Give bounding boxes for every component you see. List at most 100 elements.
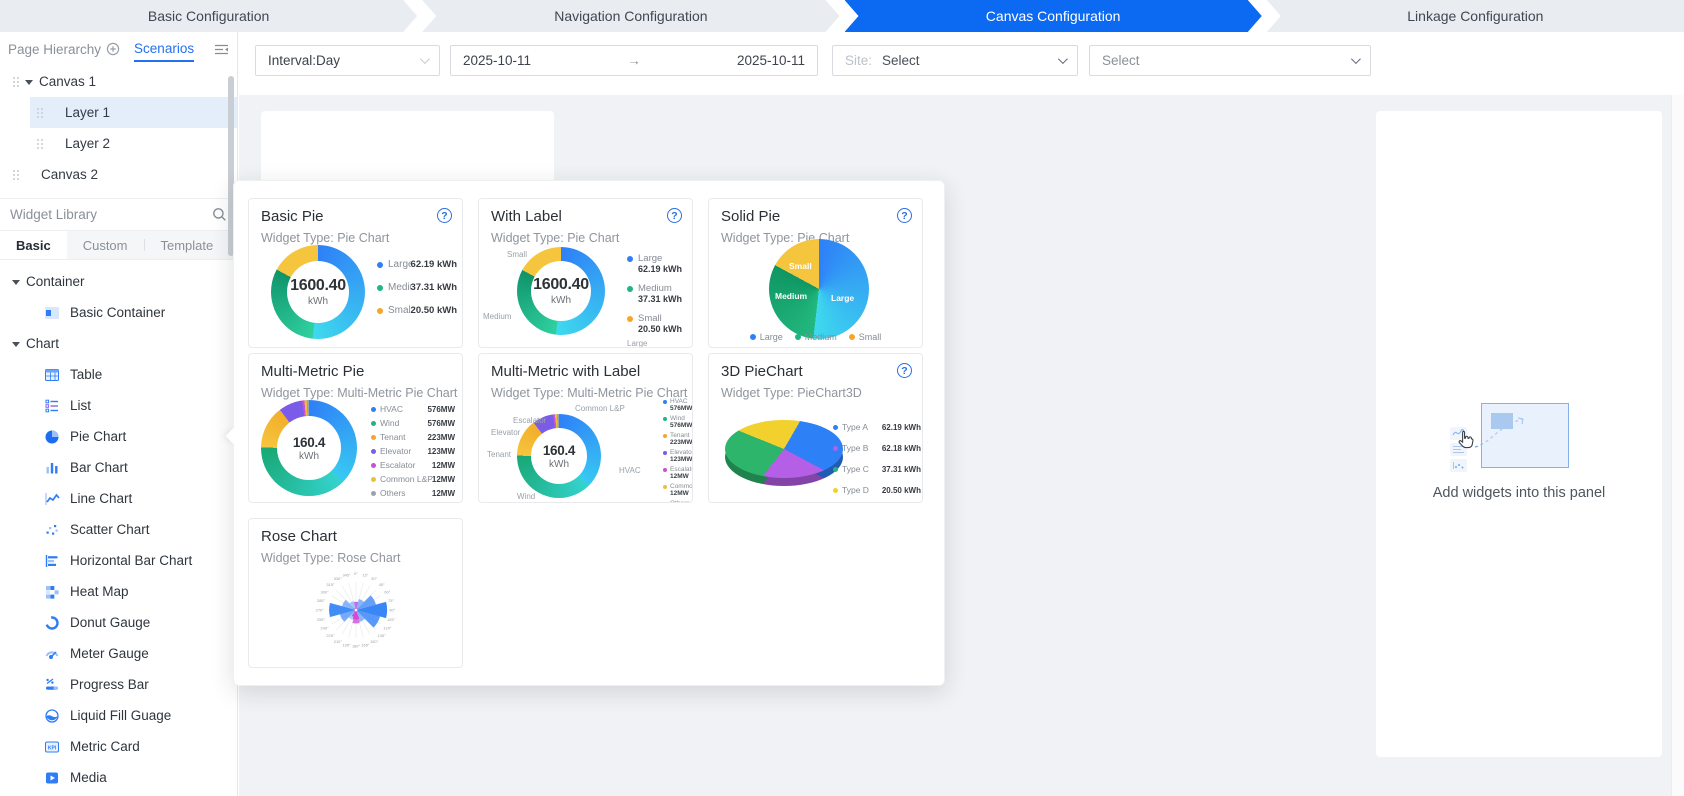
widget-item-label: Table [70,367,102,382]
legend-item: Large62.19 kWh [377,259,457,270]
svg-text:135°: 135° [378,633,387,638]
card-title: Rose Chart [261,528,337,545]
nav-tab-basic-configuration[interactable]: Basic Configuration [0,0,417,32]
site-value: Select [882,53,920,68]
drag-handle-icon [12,76,20,88]
collapse-panel-icon[interactable] [214,43,229,56]
page-hierarchy-tab[interactable]: Page Hierarchy [8,42,101,57]
caret-down-icon [12,280,20,289]
widget-card-basic-pie[interactable]: Basic Pie Widget Type: Pie Chart 1600.40… [248,198,463,348]
date-end: 2025-10-11 [737,53,805,68]
svg-text:150°: 150° [370,639,379,644]
search-icon[interactable] [212,207,227,222]
pie-callout: Small [491,250,527,259]
secondary-select-value: Select [1102,53,1140,68]
sidebar-header: Page Hierarchy Scenarios [0,32,237,66]
svg-text:345°: 345° [343,572,352,577]
chart-legend: Type A62.19 kWhType B62.18 kWhType C37.3… [833,422,921,503]
svg-text:120°: 120° [383,626,392,631]
svg-text:165°: 165° [361,642,370,647]
legend-item: Tenant223MW [371,432,455,442]
pie-slice-label: Large [831,293,854,303]
chevron-down-icon [1351,54,1361,64]
svg-text:285°: 285° [317,598,326,603]
widget-item-list[interactable]: List [0,390,237,421]
widget-item-media[interactable]: Media [0,762,237,793]
widget-tab-custom[interactable]: Custom [67,231,144,259]
meter-gauge-icon [44,646,60,662]
date-range-picker[interactable]: 2025-10-11 → 2025-10-11 [450,45,818,76]
donut-chart: 160.4 kWh [261,400,357,496]
bar-chart-icon [44,460,60,476]
help-icon[interactable] [897,208,912,223]
widget-group-container[interactable]: Container [0,266,237,297]
nav-tab-canvas-configuration[interactable]: Canvas Configuration [845,0,1262,32]
widget-item-line-chart[interactable]: Line Chart [0,483,237,514]
drop-panel[interactable]: Add widgets into this panel [1376,111,1662,757]
widget-item-horizontal-bar-chart[interactable]: Horizontal Bar Chart [0,545,237,576]
widget-group-chart[interactable]: Chart [0,328,237,359]
widget-item-donut-gauge[interactable]: Donut Gauge [0,607,237,638]
caret-down-icon[interactable] [25,80,33,89]
widget-item-heat-map[interactable]: Heat Map [0,576,237,607]
pie-callout: Elevator [491,428,520,437]
svg-text:195°: 195° [343,642,352,647]
legend-item: HVAC576MW [663,398,693,412]
hierarchy-item-label: Layer 2 [65,136,110,151]
drop-zone[interactable] [1481,403,1569,468]
widget-item-meter-gauge[interactable]: Meter Gauge [0,638,237,669]
widget-tab-template[interactable]: Template [145,231,230,259]
help-icon[interactable] [897,363,912,378]
legend-item: Elevator123MW [371,446,455,456]
widget-card-with-label[interactable]: With Label Widget Type: Pie Chart 1600.4… [478,198,693,348]
svg-text:0°: 0° [354,571,358,576]
hierarchy-item-layer-1[interactable]: Layer 1 [30,97,237,128]
widget-item-scatter-chart[interactable]: Scatter Chart [0,514,237,545]
card-title: 3D PieChart [721,363,803,380]
help-icon[interactable] [667,208,682,223]
legend-item: Common L&P12MW [663,483,693,497]
interval-select[interactable]: Interval:Day [255,45,440,76]
hierarchy-item-layer-2[interactable]: Layer 2 [30,128,237,159]
legend-item: Escalator12MW [663,466,693,480]
widget-group-label: Container [26,274,85,289]
widget-item-pie-chart[interactable]: Pie Chart [0,421,237,452]
widget-item-bar-chart[interactable]: Bar Chart [0,452,237,483]
widget-card-multi-metric-with-label[interactable]: Multi-Metric with Label Widget Type: Mul… [478,353,693,503]
hierarchy-item-label: Canvas 1 [39,74,96,89]
widget-card-solid-pie[interactable]: Solid Pie Widget Type: Pie Chart Small M… [708,198,923,348]
widget-card-3d-piechart[interactable]: 3D PieChart Widget Type: PieChart3D Type… [708,353,923,503]
card-title: Solid Pie [721,208,780,225]
hierarchy-item-canvas-2[interactable]: Canvas 2 [0,159,237,190]
nav-tab-linkage-configuration[interactable]: Linkage Configuration [1267,0,1684,32]
pie-slice-label: Medium [775,291,807,301]
legend-item: Type A62.19 kWh [833,422,921,432]
hierarchy-item-label: Layer 1 [65,105,110,120]
scenarios-tab[interactable]: Scenarios [134,41,194,58]
legend-item: Tenant223MW [663,432,693,446]
widget-card-rose-chart[interactable]: Rose Chart Widget Type: Rose Chart 0°15°… [248,518,463,668]
drag-handle-icon [12,169,20,181]
hierarchy-item-canvas-1[interactable]: Canvas 1 [0,66,237,97]
secondary-select[interactable]: Select [1089,45,1371,76]
legend-item: Wind576MW [371,418,455,428]
help-icon[interactable] [437,208,452,223]
card-title: Multi-Metric Pie [261,363,364,380]
widget-item-basic-container[interactable]: Basic Container [0,297,237,328]
nav-tab-navigation-configuration[interactable]: Navigation Configuration [422,0,839,32]
widget-card-multi-metric-pie[interactable]: Multi-Metric Pie Widget Type: Multi-Metr… [248,353,463,503]
chart-center-value: 160.4 [543,443,575,458]
widget-item-progress-bar[interactable]: Progress Bar [0,669,237,700]
pie3d-chart [725,420,843,486]
widget-item-label: Horizontal Bar Chart [70,553,192,568]
card-title: Multi-Metric with Label [491,363,640,380]
widget-item-metric-card[interactable]: KPIMetric Card [0,731,237,762]
legend-item: Common L&P12MW [371,474,455,484]
widget-tab-basic[interactable]: Basic [0,231,67,259]
widget-item-table[interactable]: Table [0,359,237,390]
site-select[interactable]: Site: Select [832,45,1078,76]
widget-item-liquid-fill-guage[interactable]: Liquid Fill Guage [0,700,237,731]
main-scrollbar-track[interactable] [1671,95,1684,796]
svg-text:255°: 255° [317,617,326,622]
add-page-icon[interactable] [106,42,120,56]
